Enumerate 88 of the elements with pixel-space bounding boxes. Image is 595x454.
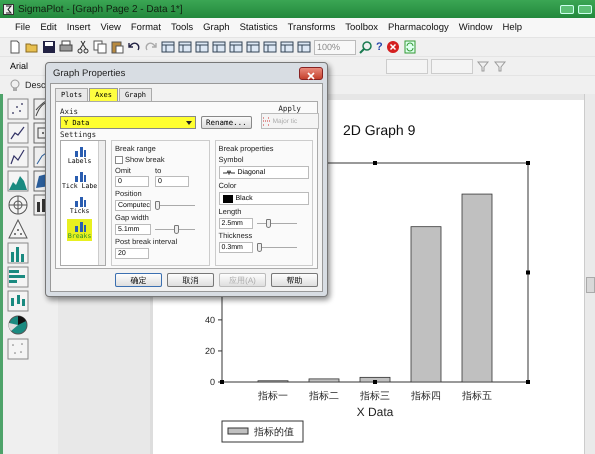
menu-item[interactable]: File bbox=[10, 22, 36, 33]
x-tick-label: 指标四 bbox=[411, 391, 441, 402]
selection-handle[interactable] bbox=[526, 380, 530, 384]
chart-title: 2D Graph 9 bbox=[343, 122, 416, 138]
menu-item[interactable]: Pharmacology bbox=[383, 22, 454, 33]
slider-thumb[interactable] bbox=[266, 218, 272, 228]
filter-icon[interactable] bbox=[493, 59, 507, 73]
lightbulb-icon[interactable] bbox=[8, 78, 22, 92]
table-icon[interactable] bbox=[229, 40, 243, 54]
menu-item[interactable]: Transforms bbox=[282, 22, 340, 33]
y-tick: 40 bbox=[204, 314, 222, 325]
x-tick-label: 指标一 bbox=[258, 391, 288, 402]
area-plot-icon[interactable] bbox=[7, 170, 29, 192]
slider-thumb[interactable] bbox=[174, 224, 180, 234]
selection-handle[interactable] bbox=[373, 380, 377, 384]
table-icon[interactable] bbox=[263, 40, 277, 54]
selection-handle[interactable] bbox=[526, 161, 530, 165]
line-scatter-icon[interactable] bbox=[7, 146, 29, 168]
dialog-button[interactable]: 确定 bbox=[115, 273, 162, 287]
x-tick-label: 指标二 bbox=[309, 391, 339, 402]
refresh-icon[interactable] bbox=[402, 40, 417, 54]
save-icon[interactable] bbox=[42, 40, 56, 54]
scrollbar[interactable] bbox=[98, 141, 105, 265]
table-icon[interactable] bbox=[297, 40, 311, 54]
box-plot-icon[interactable] bbox=[7, 290, 29, 312]
x-axis-title: X Data bbox=[356, 405, 394, 419]
dialog-button[interactable]: 帮助 bbox=[271, 273, 318, 287]
close-button[interactable] bbox=[299, 66, 323, 80]
polar-plot-icon[interactable] bbox=[7, 194, 29, 216]
selection-handle[interactable] bbox=[220, 380, 224, 384]
scrollbar[interactable] bbox=[584, 94, 595, 454]
menu-item[interactable]: Statistics bbox=[234, 22, 283, 33]
dialog-title: Graph Properties bbox=[53, 68, 126, 78]
print-icon[interactable] bbox=[59, 40, 73, 54]
selection-handle[interactable] bbox=[526, 270, 530, 274]
scrollbar-thumb[interactable] bbox=[586, 277, 595, 293]
y-tick-label: 0 bbox=[210, 377, 215, 387]
app-icon bbox=[3, 4, 14, 14]
menu-item[interactable]: Edit bbox=[35, 22, 62, 33]
copy-icon[interactable] bbox=[93, 40, 107, 54]
stop-icon[interactable] bbox=[386, 40, 400, 54]
maximize-button[interactable] bbox=[578, 4, 592, 14]
search-icon[interactable] bbox=[359, 40, 373, 54]
menu-item[interactable]: Format bbox=[126, 22, 166, 33]
filter-icon[interactable] bbox=[476, 59, 490, 73]
table-icon[interactable] bbox=[280, 40, 294, 54]
y-tick-label: 40 bbox=[204, 314, 215, 325]
x-tick-label: 指标三 bbox=[360, 391, 390, 402]
window-title: SigmaPlot - [Graph Page 2 - Data 1*] bbox=[18, 4, 183, 14]
table-icon[interactable] bbox=[212, 40, 226, 54]
menu-item[interactable]: View bbox=[95, 22, 126, 33]
table-icon[interactable] bbox=[178, 40, 192, 54]
new-file-icon[interactable] bbox=[8, 40, 22, 54]
y-tick-label: 20 bbox=[204, 346, 215, 356]
menu-item[interactable]: Help bbox=[498, 22, 528, 33]
table-icon[interactable] bbox=[161, 40, 175, 54]
y-tick: 20 bbox=[204, 346, 222, 356]
menu-item[interactable]: Graph bbox=[198, 22, 235, 33]
slider-thumb[interactable] bbox=[155, 200, 160, 210]
menu-item[interactable]: Tools bbox=[166, 22, 198, 33]
menu-item[interactable]: Insert bbox=[62, 22, 96, 33]
line-plot-icon[interactable] bbox=[7, 122, 29, 144]
menu-item[interactable]: Window bbox=[454, 22, 498, 33]
dropdown-field[interactable] bbox=[431, 58, 473, 74]
table-icon[interactable] bbox=[195, 40, 209, 54]
legend: 指标的值 bbox=[222, 420, 304, 442]
dropdown-field[interactable] bbox=[386, 58, 428, 74]
slider-thumb[interactable] bbox=[257, 242, 262, 252]
pie-chart-icon[interactable] bbox=[7, 314, 29, 336]
dialog-button[interactable]: 取消 bbox=[167, 273, 214, 287]
selection-handle[interactable] bbox=[373, 161, 377, 165]
diagonal-break-icon bbox=[222, 170, 234, 175]
cut-icon[interactable] bbox=[76, 40, 90, 54]
checkbox[interactable] bbox=[115, 156, 123, 164]
description-label: Desc bbox=[25, 80, 46, 90]
x-tick-label: 指标五 bbox=[462, 391, 492, 402]
ternary-plot-icon[interactable] bbox=[7, 218, 29, 240]
table-icon[interactable] bbox=[246, 40, 260, 54]
paste-icon[interactable] bbox=[110, 40, 124, 54]
menu-item[interactable]: Toolbox bbox=[340, 22, 384, 33]
horizontal-bar-icon[interactable] bbox=[7, 266, 29, 288]
tick-marks-icon bbox=[262, 116, 271, 126]
help-icon[interactable]: ? bbox=[376, 41, 383, 53]
scatter-plot-icon[interactable] bbox=[7, 98, 29, 120]
caret-icon bbox=[186, 120, 192, 124]
close-icon bbox=[307, 72, 315, 80]
minimize-button[interactable] bbox=[560, 4, 574, 14]
bar-chart-icon[interactable] bbox=[7, 242, 29, 264]
